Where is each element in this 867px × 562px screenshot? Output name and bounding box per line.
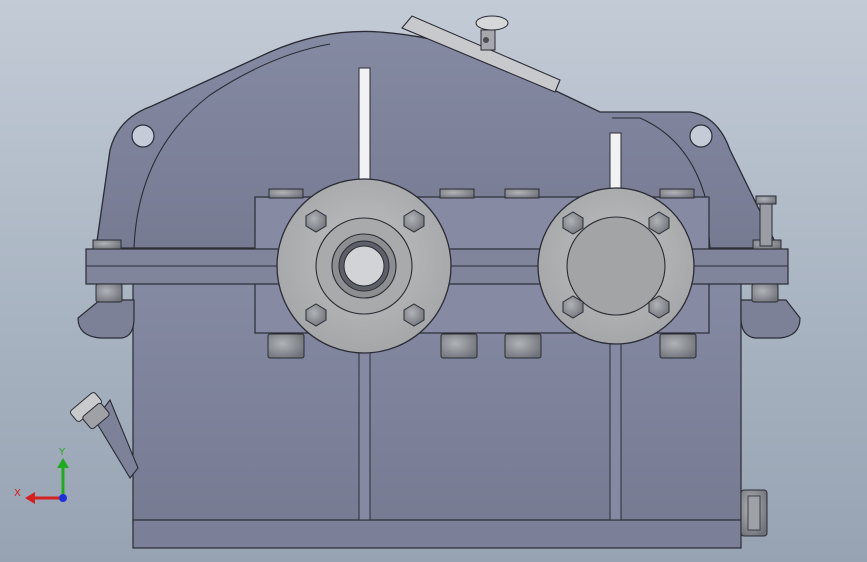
upper-rib-right [609, 132, 622, 197]
input-shaft-flange [276, 178, 452, 354]
triad-x-arrow [25, 492, 35, 504]
left-lift-hole [131, 124, 155, 148]
oil-dipstick [69, 392, 139, 479]
triad-y-arrow [57, 458, 69, 468]
base-plate [132, 519, 742, 549]
left-lifting-lug [77, 299, 135, 339]
output-bearing-cover [537, 187, 695, 345]
graphics-viewport[interactable]: Y X [0, 0, 867, 562]
right-lifting-lug [740, 299, 801, 339]
view-triad: Y X [14, 447, 69, 504]
right-lift-hole [689, 124, 713, 148]
upper-rib-left [358, 67, 371, 197]
triad-y-label: Y [58, 447, 66, 458]
gearbox-model[interactable]: Y X [0, 0, 867, 562]
drain-plug [740, 489, 768, 537]
triad-x-label: X [14, 488, 21, 499]
triad-z-axis [59, 494, 67, 502]
breather-cap [475, 15, 509, 51]
